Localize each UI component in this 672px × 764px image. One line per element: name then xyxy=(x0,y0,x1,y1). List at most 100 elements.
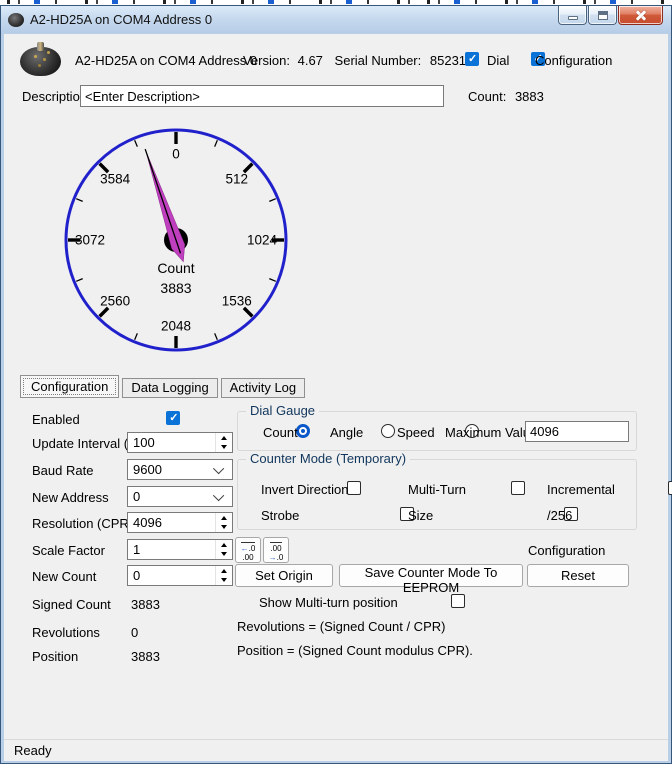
tab-data-logging[interactable]: Data Logging xyxy=(122,378,217,398)
configuration-checkbox-label: Configuration xyxy=(535,53,612,68)
client-area: A2-HD25A on COM4 Address 0 Version: 4.67… xyxy=(4,34,668,761)
maximum-value-label: Maximum Value xyxy=(445,425,537,440)
dial-checkbox[interactable] xyxy=(465,52,479,66)
svg-text:Count: Count xyxy=(157,260,194,276)
version-serial-line: Version: 4.67 Serial Number: 85231 xyxy=(243,53,466,68)
spin-up-button[interactable] xyxy=(216,433,232,443)
app-icon xyxy=(8,13,24,27)
count-readout: Count: 3883 xyxy=(468,89,544,104)
svg-text:2560: 2560 xyxy=(100,293,130,308)
counter-mode-group-title: Counter Mode (Temporary) xyxy=(246,451,410,466)
revolutions-formula: Revolutions = (Signed Count / CPR) xyxy=(237,619,445,634)
new-address-value: 0 xyxy=(128,489,216,504)
status-text: Ready xyxy=(14,743,52,758)
increase-decimal-button[interactable]: .00 →.0 xyxy=(263,537,289,563)
svg-text:2048: 2048 xyxy=(161,319,191,334)
caption-buttons xyxy=(558,6,663,25)
window-title: A2-HD25A on COM4 Address 0 xyxy=(30,12,212,27)
signed-count-value: 3883 xyxy=(131,597,160,612)
decrease-decimal-button[interactable]: ←.0 .00 xyxy=(235,537,261,563)
maximize-button[interactable] xyxy=(588,6,617,25)
decimal-text: .0 xyxy=(249,544,256,553)
title-bar[interactable]: A2-HD25A on COM4 Address 0 xyxy=(1,6,671,33)
enabled-label: Enabled xyxy=(32,412,80,427)
svg-text:1024: 1024 xyxy=(247,233,278,248)
svg-text:1536: 1536 xyxy=(222,293,252,308)
new-address-dropdown[interactable]: 0 xyxy=(127,486,233,507)
decimal-text: .0 xyxy=(277,553,284,562)
show-multiturn-checkbox[interactable] xyxy=(451,594,465,608)
signed-count-label: Signed Count xyxy=(32,597,111,612)
invert-direction-checkbox[interactable] xyxy=(347,481,361,495)
incremental-checkbox[interactable] xyxy=(668,481,672,495)
resolution-label: Resolution (CPR) xyxy=(32,516,133,531)
maximize-icon xyxy=(598,11,608,20)
arrow-left-icon: ← xyxy=(241,544,249,553)
close-icon xyxy=(634,8,648,22)
count-radio-label: Count xyxy=(263,425,298,440)
size-label: Size xyxy=(408,508,433,523)
count-value: 3883 xyxy=(515,89,544,104)
reset-button[interactable]: Reset xyxy=(527,564,629,587)
new-count-spinner[interactable]: 0 xyxy=(127,565,233,586)
serial-value: 85231 xyxy=(430,53,466,68)
svg-text:3584: 3584 xyxy=(100,172,131,187)
invert-direction-label: Invert Direction xyxy=(261,482,348,497)
arrow-right-icon: → xyxy=(269,553,277,562)
spin-down-button[interactable] xyxy=(216,523,232,533)
scale-factor-spinner[interactable]: 1 xyxy=(127,539,233,560)
baud-rate-dropdown[interactable]: 9600 xyxy=(127,459,233,480)
revolutions-value: 0 xyxy=(131,625,138,640)
dial-checkbox-label: Dial xyxy=(487,53,509,68)
tab-configuration[interactable]: Configuration xyxy=(20,375,119,398)
angle-radio-label: Angle xyxy=(330,425,363,440)
svg-text:3072: 3072 xyxy=(75,233,105,248)
enabled-checkbox[interactable] xyxy=(166,411,180,425)
maximum-value-input[interactable] xyxy=(525,421,629,442)
position-formula: Position = (Signed Count modulus CPR). xyxy=(237,643,473,658)
version-label: Version: xyxy=(243,53,290,68)
count-label: Count: xyxy=(468,89,506,104)
serial-label: Serial Number: xyxy=(335,53,422,68)
strobe-label: Strobe xyxy=(261,508,299,523)
new-count-value: 0 xyxy=(128,568,215,583)
minimize-icon xyxy=(568,16,578,20)
save-counter-mode-button[interactable]: Save Counter Mode To EEPROM xyxy=(339,564,523,587)
speed-radio-label: Speed xyxy=(397,425,435,440)
baud-rate-value: 9600 xyxy=(128,462,216,477)
spin-down-button[interactable] xyxy=(216,576,232,586)
description-input[interactable] xyxy=(80,85,444,107)
spin-up-button[interactable] xyxy=(216,540,232,550)
update-interval-value: 100 xyxy=(128,435,215,450)
decimal-text: .00 xyxy=(270,544,281,553)
resolution-value: 4096 xyxy=(128,515,215,530)
version-value: 4.67 xyxy=(298,53,323,68)
scale-factor-label: Scale Factor xyxy=(32,543,105,558)
status-bar: Ready xyxy=(4,739,668,761)
resolution-spinner[interactable]: 4096 xyxy=(127,512,233,533)
new-address-label: New Address xyxy=(32,490,109,505)
configuration-section-label: Configuration xyxy=(528,543,605,558)
revolutions-label: Revolutions xyxy=(32,625,100,640)
spin-down-button[interactable] xyxy=(216,550,232,560)
new-count-label: New Count xyxy=(32,569,96,584)
svg-text:512: 512 xyxy=(226,172,249,187)
scale-factor-value: 1 xyxy=(128,542,215,557)
position-label: Position xyxy=(32,649,78,664)
close-button[interactable] xyxy=(618,6,663,25)
spin-up-button[interactable] xyxy=(216,566,232,576)
multi-turn-checkbox[interactable] xyxy=(511,481,525,495)
multi-turn-label: Multi-Turn xyxy=(408,482,466,497)
incremental-label: Incremental xyxy=(547,482,615,497)
minimize-button[interactable] xyxy=(558,6,587,25)
spin-up-button[interactable] xyxy=(216,513,232,523)
show-multiturn-label: Show Multi-turn position xyxy=(259,595,398,610)
app-window: A2-HD25A on COM4 Address 0 A2-HD25A on C… xyxy=(0,5,672,764)
update-interval-spinner[interactable]: 100 xyxy=(127,432,233,453)
baud-rate-label: Baud Rate xyxy=(32,463,93,478)
device-photo xyxy=(20,42,61,76)
angle-radio[interactable] xyxy=(381,424,395,438)
tab-activity-log[interactable]: Activity Log xyxy=(221,378,305,398)
spin-down-button[interactable] xyxy=(216,443,232,453)
set-origin-button[interactable]: Set Origin xyxy=(235,564,333,587)
